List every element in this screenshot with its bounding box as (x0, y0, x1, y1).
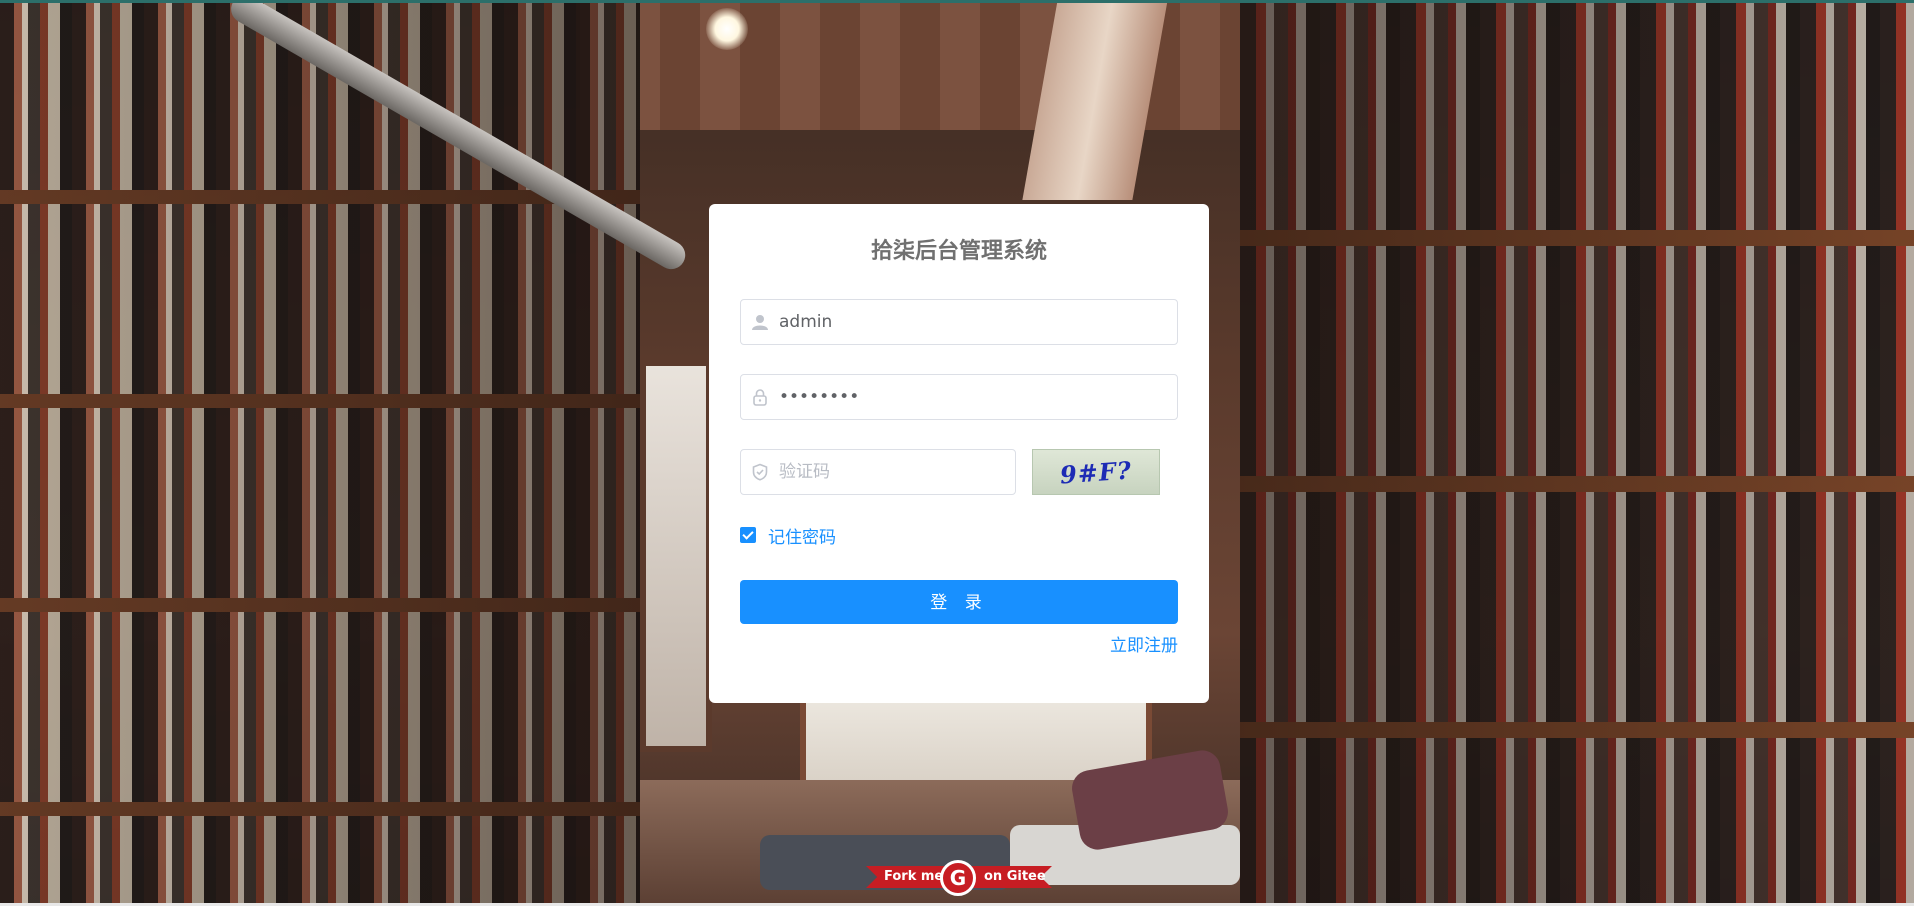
ribbon-right-text: on Gitee (984, 869, 1046, 884)
lamp (706, 8, 748, 50)
captcha-image[interactable]: 9#F? (1032, 449, 1160, 495)
back-door (640, 360, 712, 752)
shield-icon (752, 463, 768, 481)
login-button[interactable]: 登 录 (740, 580, 1178, 624)
user-icon (752, 315, 768, 330)
username-input[interactable]: admin (740, 299, 1178, 345)
remember-password[interactable]: 记住密码 (740, 525, 836, 548)
captcha-image-text: 9#F? (1059, 455, 1133, 489)
captcha-placeholder: 验证码 (779, 462, 830, 482)
ribbon-left-text: Fork me (884, 869, 944, 884)
fork-me-on-gitee-ribbon[interactable]: Fork me G on Gitee (866, 860, 1052, 896)
ceiling (580, 0, 1320, 130)
lock-icon (753, 389, 767, 406)
login-title: 拾柒后台管理系统 (870, 239, 1047, 264)
top-border (0, 0, 1914, 3)
remember-label: 记住密码 (768, 527, 836, 548)
register-link[interactable]: 立即注册 (1110, 634, 1178, 658)
username-value: admin (779, 312, 833, 332)
password-input[interactable]: •••••••• (740, 374, 1178, 420)
password-value: •••••••• (779, 387, 860, 407)
remember-checkbox[interactable] (740, 527, 756, 543)
login-panel: 拾柒后台管理系统 admin •••••••• 验证码 9#F? 记住密码 登 … (709, 204, 1209, 703)
gitee-logo-icon: G (940, 860, 976, 896)
captcha-input[interactable]: 验证码 (740, 449, 1016, 495)
